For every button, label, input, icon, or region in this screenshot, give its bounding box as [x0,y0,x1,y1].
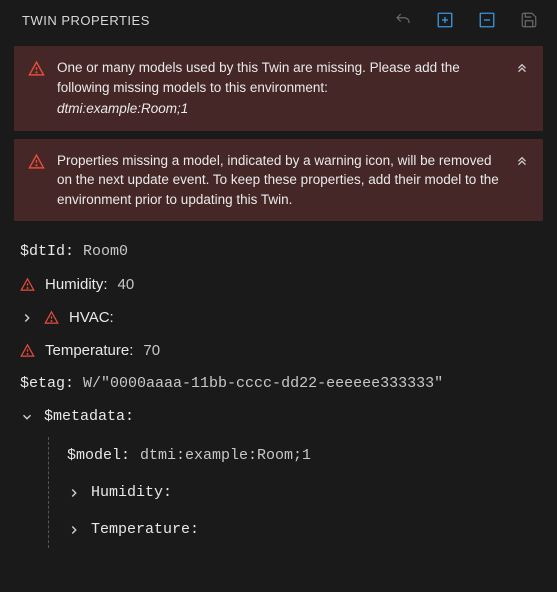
chevron-right-icon [20,311,34,325]
expand-toggle[interactable] [20,410,34,424]
property-metadata[interactable]: $metadata: [20,400,537,433]
property-dtid: $dtId: Room0 [20,235,537,268]
chevron-right-icon [67,486,81,500]
warning-icon [20,343,35,358]
twin-properties-panel: TWIN PROPERTIES One or many models used … [0,0,557,592]
property-value: 70 [143,342,160,359]
chevron-double-up-icon [515,153,529,167]
header-actions [393,10,539,30]
warning-icon [28,60,45,77]
alert-message: One or many models used by this Twin are… [57,60,460,95]
alert-missing-property-model: Properties missing a model, indicated by… [14,139,543,222]
property-key: Humidity: [45,276,108,293]
property-meta-temperature[interactable]: Temperature: [67,511,537,548]
property-key: Temperature: [45,342,133,359]
warning-icon [44,310,59,325]
minus-box-icon [478,11,496,29]
undo-button[interactable] [393,10,413,30]
collapse-all-button[interactable] [477,10,497,30]
property-meta-humidity[interactable]: Humidity: [67,474,537,511]
expand-toggle[interactable] [67,523,81,537]
property-temperature: Temperature: 70 [20,334,537,367]
property-hvac[interactable]: HVAC: [20,301,537,334]
chevron-down-icon [20,410,34,424]
property-etag: $etag: W/"0000aaaa-11bb-cccc-dd22-eeeeee… [20,367,537,400]
alert-message: Properties missing a model, indicated by… [57,153,499,207]
panel-title: TWIN PROPERTIES [22,13,150,28]
expand-all-button[interactable] [435,10,455,30]
expand-toggle[interactable] [67,486,81,500]
alert-collapse-button[interactable] [515,153,529,167]
undo-icon [394,11,412,29]
property-key: $metadata: [44,408,134,425]
panel-header: TWIN PROPERTIES [0,0,557,40]
property-key: $model: [67,447,130,464]
warning-icon [28,153,45,170]
chevron-double-up-icon [515,60,529,74]
metadata-children: $model: dtmi:example:Room;1 Humidity: Te… [48,437,537,548]
expand-toggle[interactable] [20,311,34,325]
save-button[interactable] [519,10,539,30]
property-key: HVAC: [69,309,114,326]
alert-collapse-button[interactable] [515,60,529,74]
chevron-right-icon [67,523,81,537]
property-humidity: Humidity: 40 [20,268,537,301]
property-value: dtmi:example:Room;1 [140,447,311,464]
alert-text: One or many models used by this Twin are… [57,58,503,119]
property-key: Temperature: [91,521,199,538]
alert-model-id: dtmi:example:Room;1 [57,99,503,119]
property-key: $dtId: [20,243,74,260]
alert-missing-models: One or many models used by this Twin are… [14,46,543,131]
property-model: $model: dtmi:example:Room;1 [67,437,537,474]
save-icon [520,11,538,29]
plus-box-icon [436,11,454,29]
property-value: 40 [118,276,135,293]
warning-icon [20,277,35,292]
alert-text: Properties missing a model, indicated by… [57,151,503,210]
property-value: W/"0000aaaa-11bb-cccc-dd22-eeeeee333333" [83,375,443,392]
property-value: Room0 [83,243,128,260]
property-key: Humidity: [91,484,172,501]
properties-list: $dtId: Room0 Humidity: 40 HVAC: Temperat… [0,229,557,548]
property-key: $etag: [20,375,74,392]
